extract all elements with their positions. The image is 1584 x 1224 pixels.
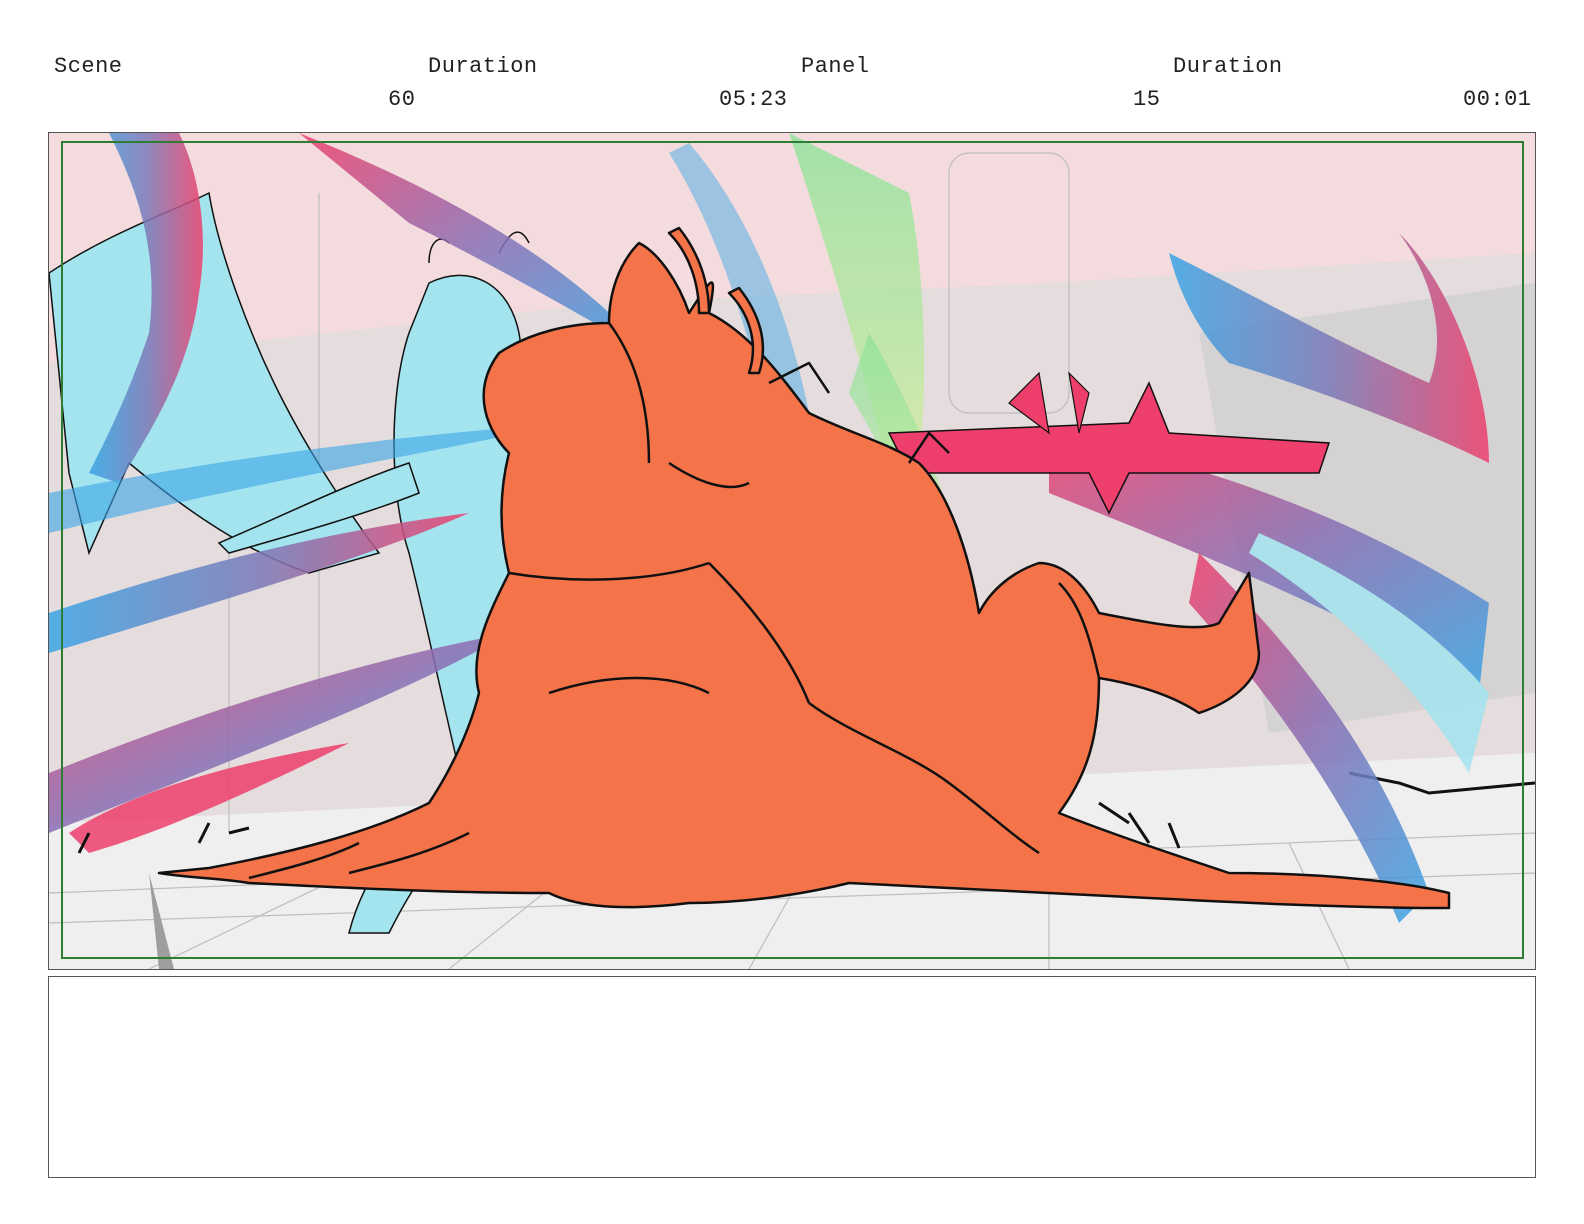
panel-number: 15 bbox=[1133, 87, 1161, 112]
panel-label: Panel bbox=[801, 54, 870, 79]
scene-duration-label: Duration bbox=[428, 54, 538, 79]
storyboard-panel[interactable] bbox=[48, 132, 1536, 970]
panel-duration-label: Duration bbox=[1173, 54, 1283, 79]
scene-duration-value: 05:23 bbox=[719, 87, 788, 112]
panel-artwork bbox=[49, 133, 1535, 969]
scene-number: 60 bbox=[388, 87, 416, 112]
panel-notes-box[interactable] bbox=[48, 976, 1536, 1178]
panel-duration-value: 00:01 bbox=[1463, 87, 1532, 112]
scene-label: Scene bbox=[54, 54, 123, 79]
